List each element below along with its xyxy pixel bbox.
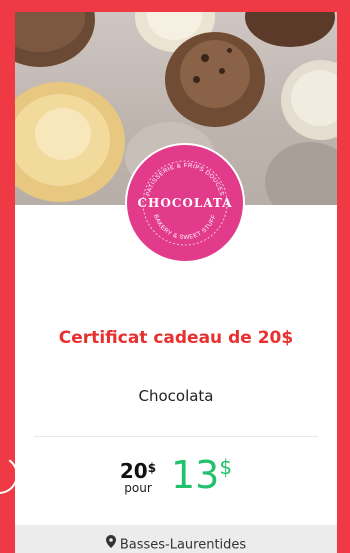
logo-wordmark: CHOCOLATA bbox=[137, 196, 233, 210]
logo-arc-bottom: BAKERY & SWEET STUFF bbox=[152, 214, 217, 241]
page-background: PATISSERIE & FRIPS DOUCES BAKERY & SWEET… bbox=[0, 0, 350, 553]
svg-text:PATISSERIE & FRIPS DOUCES: PATISSERIE & FRIPS DOUCES bbox=[146, 163, 225, 197]
price-block: 20$ pour 13$ bbox=[113, 453, 263, 508]
original-price: 20$ pour bbox=[113, 460, 163, 494]
divider bbox=[34, 436, 318, 437]
original-price-currency: $ bbox=[147, 461, 157, 475]
sale-price-amount: 13 bbox=[171, 453, 220, 497]
location-label: Basses-Laurentides bbox=[119, 537, 247, 553]
logo-arc-top: PATISSERIE & FRIPS DOUCES bbox=[146, 163, 224, 197]
pour-label: pour bbox=[124, 481, 152, 495]
location-bar: Basses-Laurentides bbox=[15, 525, 337, 553]
offer-title[interactable]: Certificat cadeau de 20$ bbox=[15, 328, 337, 348]
deal-card[interactable]: PATISSERIE & FRIPS DOUCES BAKERY & SWEET… bbox=[15, 12, 337, 553]
merchant-logo: PATISSERIE & FRIPS DOUCES BAKERY & SWEET… bbox=[127, 145, 243, 261]
svg-text:BAKERY & SWEET STUFF: BAKERY & SWEET STUFF bbox=[152, 214, 218, 241]
sale-price: 13$ bbox=[171, 452, 232, 498]
original-price-amount: 20 bbox=[119, 459, 148, 483]
merchant-name: Chocolata bbox=[138, 387, 214, 405]
map-pin-icon bbox=[105, 525, 116, 553]
sale-price-currency: $ bbox=[219, 455, 233, 479]
